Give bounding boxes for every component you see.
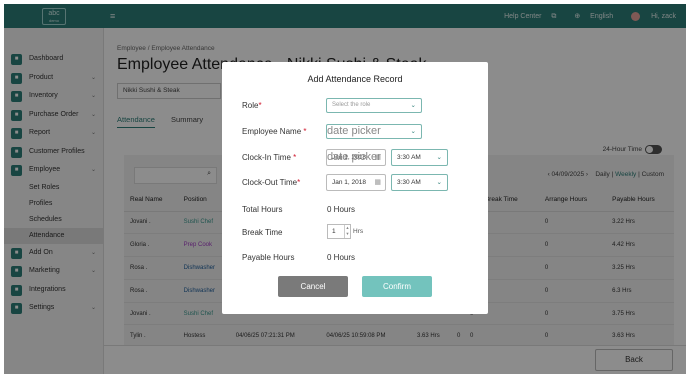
chevron-down-icon: ⌄ (410, 102, 416, 109)
payable-hours-value: 0 Hours (327, 253, 356, 262)
role-select[interactable]: Select the role ⌄ (326, 98, 422, 113)
break-time-label: Break Time (242, 228, 283, 237)
app-window: abc demo ≡ Help Center ⧉ ⊕ English Hi, za… (4, 4, 686, 374)
clock-out-date[interactable]: Jan 1, 2018 ▦ (326, 174, 386, 191)
payable-hours-label: Payable Hours (242, 253, 295, 262)
chevron-down-icon: ⌄ (436, 154, 442, 161)
clock-out-label: Clock-Out Time* (242, 178, 301, 187)
chevron-down-icon: ⌄ (410, 128, 416, 135)
employee-name-label: Employee Name * (242, 127, 307, 136)
clock-in-label: Clock-In Time * (242, 153, 297, 162)
total-hours-label: Total Hours (242, 205, 283, 214)
confirm-button[interactable]: Confirm (362, 276, 432, 297)
role-label: Role* (242, 101, 262, 110)
stepper-arrows-icon[interactable]: ▲ ▼ (344, 225, 350, 238)
total-hours-value: 0 Hours (327, 205, 356, 214)
ghost-label: date picker (327, 125, 381, 137)
chevron-down-icon: ⌄ (436, 179, 442, 186)
calendar-icon: ▦ (374, 179, 381, 186)
break-time-stepper[interactable]: 1 ▲ ▼ (327, 224, 351, 239)
clock-in-time[interactable]: 3:30 AM ⌄ (391, 149, 448, 166)
cancel-button[interactable]: Cancel (278, 276, 348, 297)
break-time-unit: Hrs (353, 228, 364, 235)
dialog-title: Add Attendance Record (307, 74, 403, 84)
clock-out-time[interactable]: 3:30 AM ⌄ (391, 174, 448, 191)
ghost-label: date picker (327, 151, 381, 163)
add-attendance-dialog: Add Attendance Record Role* Select the r… (222, 62, 488, 314)
